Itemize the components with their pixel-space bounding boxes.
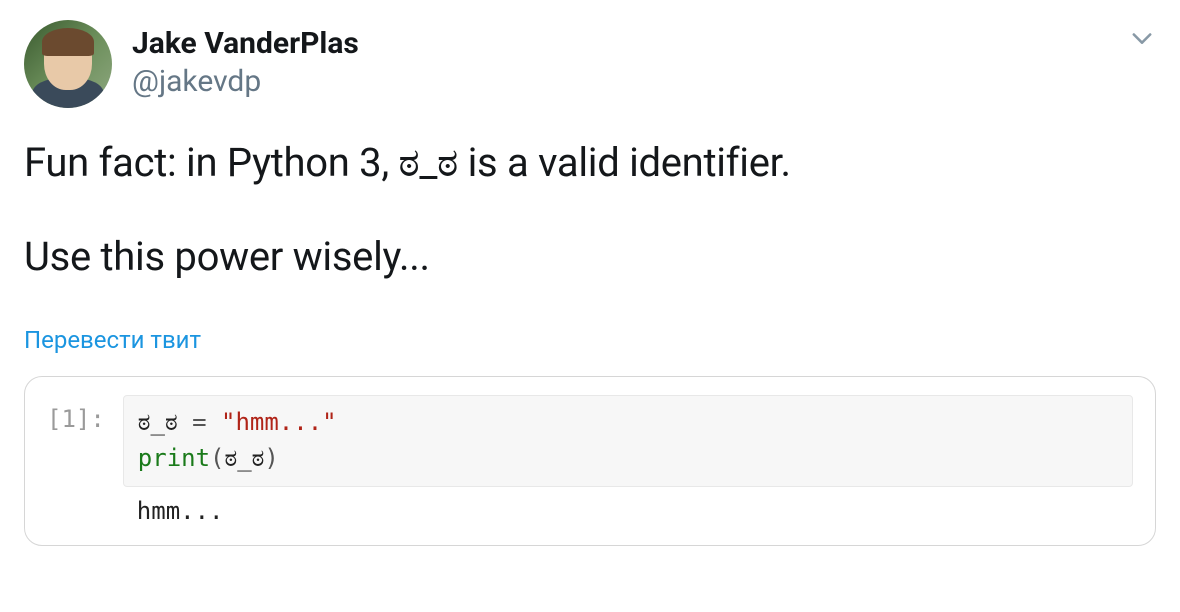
code-function: print [138, 444, 210, 472]
tweet-line-2: Use this power wisely... [24, 230, 1156, 284]
tweet-line-1: Fun fact: in Python 3, ಠ_ಠ is a valid id… [24, 136, 1156, 190]
code-string: "hmm..." [221, 408, 337, 436]
code-output: hmm... [123, 487, 1133, 525]
code-operator: = [178, 408, 221, 436]
code-row: [1]: ಠ_ಠ = "hmm..." print(ಠ_ಠ) hmm... [47, 395, 1133, 525]
code-paren-open: ( [210, 444, 224, 472]
code-card: [1]: ಠ_ಠ = "hmm..." print(ಠ_ಠ) hmm... [24, 376, 1156, 546]
code-body: ಠ_ಠ = "hmm..." print(ಠ_ಠ) hmm... [123, 395, 1133, 525]
tweet-header: Jake VanderPlas @jakevdp [24, 20, 1156, 108]
author-display-name: Jake VanderPlas [132, 26, 1108, 62]
code-prompt: [1]: [47, 395, 105, 433]
author-handle: @jakevdp [132, 62, 1108, 101]
chevron-down-icon[interactable] [1128, 24, 1156, 52]
avatar-hair-shape [42, 28, 94, 56]
code-identifier: ಠ_ಠ [138, 408, 178, 436]
translate-link[interactable]: Перевести твит [24, 326, 201, 354]
author-block[interactable]: Jake VanderPlas @jakevdp [132, 20, 1108, 101]
tweet-text: Fun fact: in Python 3, ಠ_ಠ is a valid id… [24, 136, 1156, 284]
avatar[interactable] [24, 20, 112, 108]
code-paren-close: ) [264, 444, 278, 472]
code-arg: ಠ_ಠ [225, 444, 265, 472]
code-input: ಠ_ಠ = "hmm..." print(ಠ_ಠ) [123, 395, 1133, 487]
